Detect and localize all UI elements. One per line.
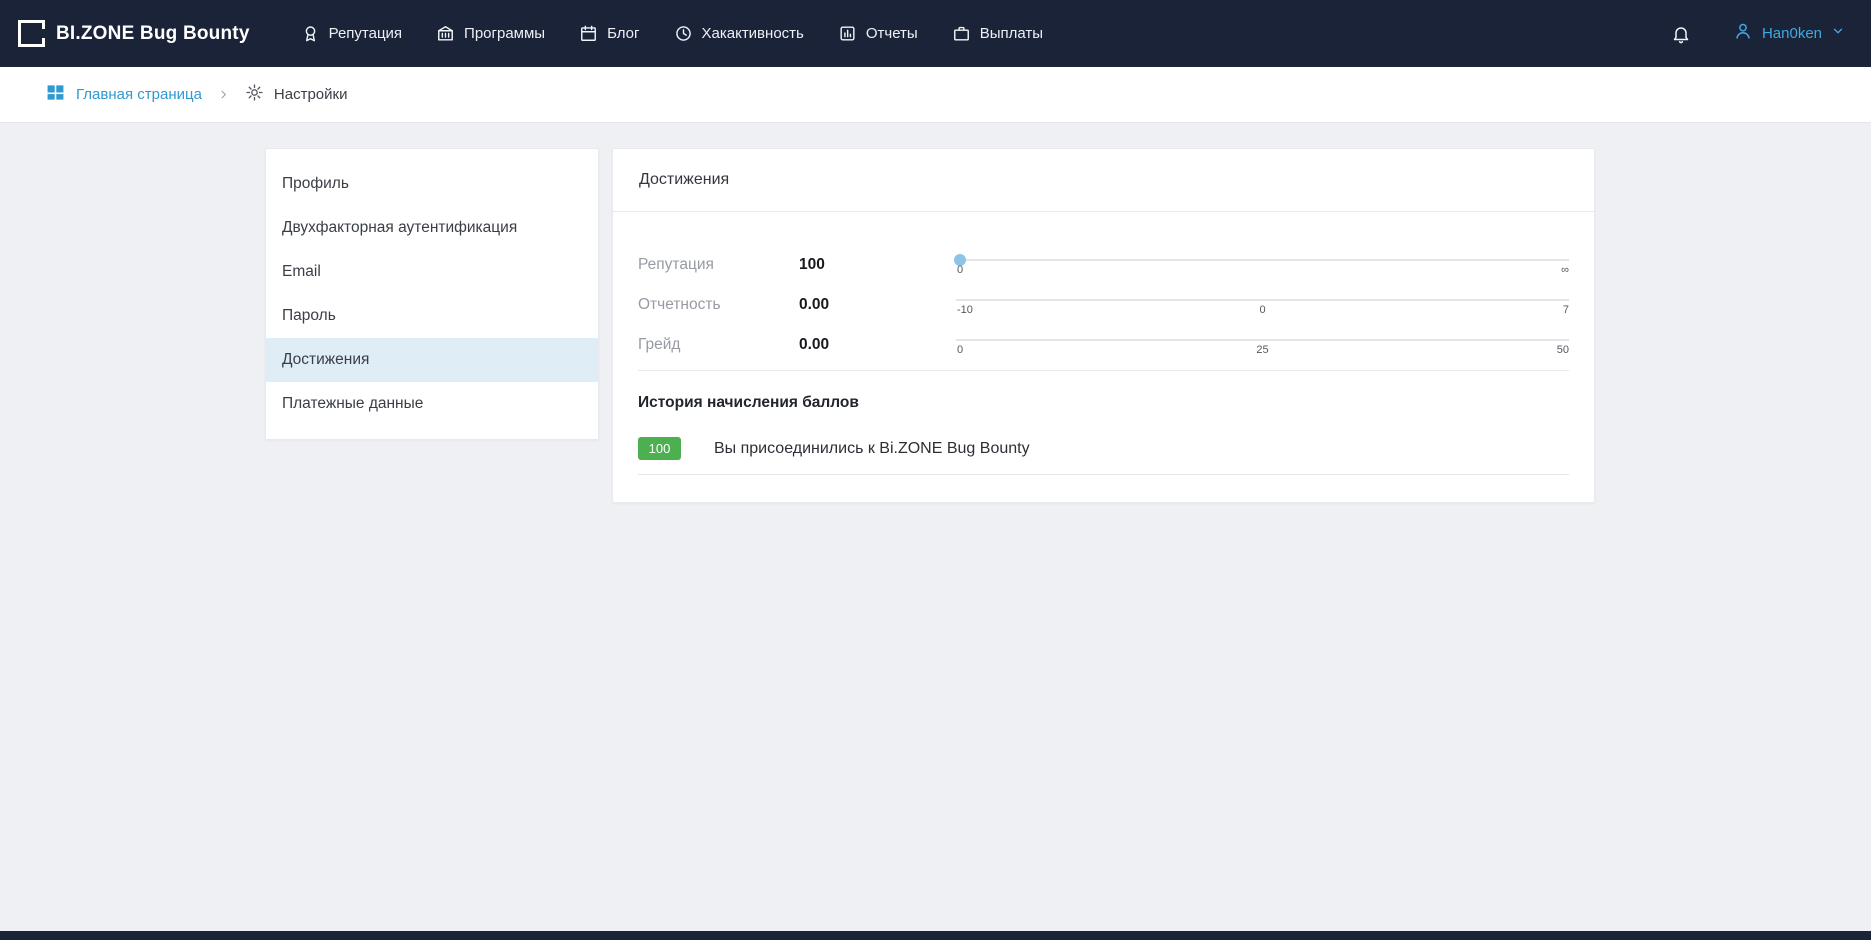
metric-value: 100 <box>799 256 956 274</box>
settings-sidebar: Профиль Двухфакторная аутентификация Ema… <box>265 148 599 440</box>
home-grid-icon <box>46 83 65 107</box>
nav-item-activity[interactable]: Хакактивность <box>657 0 821 67</box>
grade-slider: 0 25 50 <box>956 330 1569 360</box>
achievements-panel: Достижения Репутация 100 0 ∞ Отчетность … <box>612 148 1595 503</box>
metric-value: 0.00 <box>799 296 956 314</box>
scale-mid: 0 <box>1259 304 1265 316</box>
scale-min: -10 <box>957 304 973 316</box>
notifications-bell-icon[interactable] <box>1671 24 1691 44</box>
sidebar-item-label: Email <box>282 263 321 281</box>
reputation-slider: 0 ∞ <box>956 250 1569 280</box>
breadcrumb-current: Настройки <box>245 83 348 107</box>
slider-track <box>956 339 1569 341</box>
history-entry: 100 Вы присоединились к Bi.ZONE Bug Boun… <box>638 437 1569 475</box>
sidebar-item-label: Платежные данные <box>282 395 423 413</box>
nav-item-reputation[interactable]: Репутация <box>284 0 419 67</box>
home-link-label: Главная страница <box>76 86 202 103</box>
sidebar-item-2fa[interactable]: Двухфакторная аутентификация <box>266 206 598 250</box>
nav-item-reports[interactable]: Отчеты <box>821 0 935 67</box>
content-area: Профиль Двухфакторная аутентификация Ema… <box>0 123 1871 503</box>
top-navbar: BI.ZONE Bug Bounty Репутация Программы Б… <box>0 0 1871 67</box>
sidebar-item-password[interactable]: Пароль <box>266 294 598 338</box>
reputation-icon <box>301 24 320 43</box>
sidebar-item-profile[interactable]: Профиль <box>266 162 598 206</box>
scale-max: ∞ <box>1561 264 1569 276</box>
history-title: История начисления баллов <box>638 394 1569 412</box>
brand[interactable]: BI.ZONE Bug Bounty <box>18 20 250 47</box>
brand-title: BI.ZONE Bug Bounty <box>56 23 250 45</box>
sidebar-item-label: Достижения <box>282 351 369 369</box>
nav-label-blog: Блог <box>607 25 639 42</box>
scale-min: 0 <box>957 264 963 276</box>
nav-label-payouts: Выплаты <box>980 25 1043 42</box>
scale-mid: 25 <box>1256 344 1268 356</box>
metric-label: Грейд <box>638 336 799 354</box>
sidebar-item-label: Двухфакторная аутентификация <box>282 219 517 237</box>
gear-icon <box>245 83 264 107</box>
scale-max: 50 <box>1557 344 1569 356</box>
navbar-right: Han0ken <box>1671 21 1845 46</box>
reports-icon <box>838 24 857 43</box>
metric-value: 0.00 <box>799 336 956 354</box>
scale-max: 7 <box>1563 304 1569 316</box>
panel-title: Достижения <box>613 149 1594 212</box>
user-icon <box>1733 21 1753 46</box>
history-entry-text: Вы присоединились к Bi.ZONE Bug Bounty <box>714 440 1030 458</box>
breadcrumb-current-label: Настройки <box>274 86 348 103</box>
nav-label-programs: Программы <box>464 25 545 42</box>
nav-label-reputation: Репутация <box>329 25 402 42</box>
activity-icon <box>674 24 693 43</box>
points-badge: 100 <box>638 437 681 460</box>
metric-row-reputation: Репутация 100 0 ∞ <box>638 245 1569 285</box>
payouts-icon <box>952 24 971 43</box>
breadcrumb-separator-icon <box>218 89 229 100</box>
sidebar-item-email[interactable]: Email <box>266 250 598 294</box>
nav-label-activity: Хакактивность <box>702 25 804 42</box>
username: Han0ken <box>1762 25 1822 42</box>
main-nav: Репутация Программы Блог Хакактивность О… <box>284 0 1060 67</box>
sidebar-item-label: Пароль <box>282 307 336 325</box>
reporting-slider: -10 0 7 <box>956 290 1569 320</box>
metrics-section: Репутация 100 0 ∞ Отчетность 0.00 -10 0 <box>613 212 1594 371</box>
programs-icon <box>436 24 455 43</box>
nav-item-blog[interactable]: Блог <box>562 0 656 67</box>
slider-track <box>956 259 1569 261</box>
user-menu[interactable]: Han0ken <box>1733 21 1845 46</box>
nav-item-payouts[interactable]: Выплаты <box>935 0 1060 67</box>
nav-label-reports: Отчеты <box>866 25 918 42</box>
breadcrumb: Главная страница Настройки <box>0 67 1871 123</box>
chevron-down-icon <box>1831 24 1845 43</box>
points-history-section: История начисления баллов 100 Вы присоед… <box>613 394 1594 502</box>
section-divider <box>638 370 1569 371</box>
nav-item-programs[interactable]: Программы <box>419 0 562 67</box>
scale-min: 0 <box>957 344 963 356</box>
metric-label: Отчетность <box>638 296 799 314</box>
metric-row-reporting: Отчетность 0.00 -10 0 7 <box>638 285 1569 325</box>
metric-label: Репутация <box>638 256 799 274</box>
sidebar-item-payment-data[interactable]: Платежные данные <box>266 382 598 426</box>
bizone-logo-icon <box>18 20 45 47</box>
sidebar-item-achievements[interactable]: Достижения <box>266 338 598 382</box>
metric-row-grade: Грейд 0.00 0 25 50 <box>638 325 1569 365</box>
footer-bar <box>0 931 1871 940</box>
blog-icon <box>579 24 598 43</box>
home-link[interactable]: Главная страница <box>46 83 202 107</box>
slider-track <box>956 299 1569 301</box>
sidebar-item-label: Профиль <box>282 175 349 193</box>
